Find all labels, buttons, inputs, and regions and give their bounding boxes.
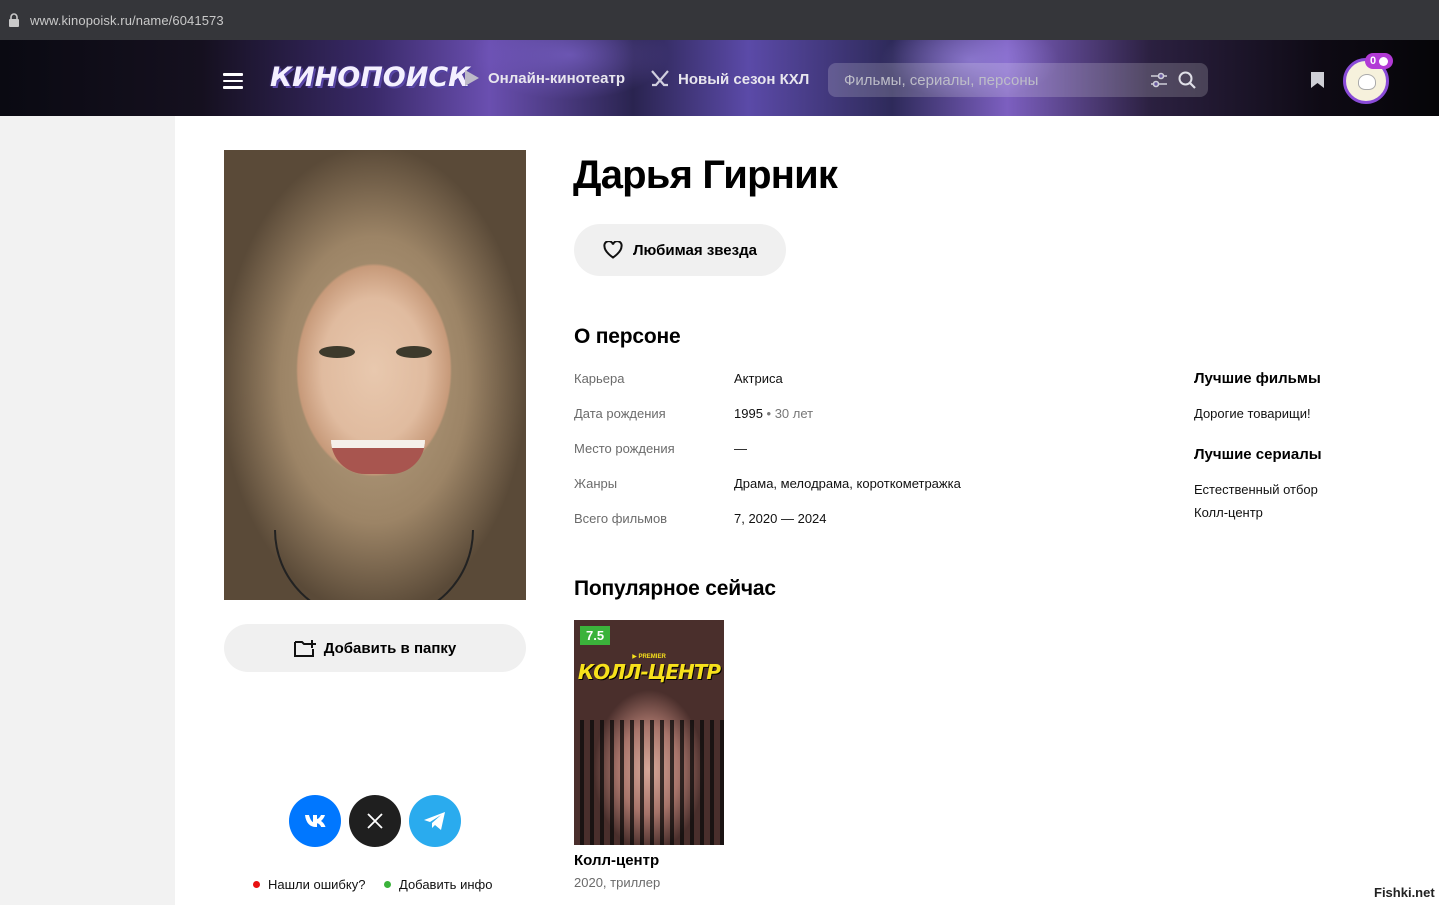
- genres-label: Жанры: [574, 476, 618, 491]
- best-film-link[interactable]: Дорогие товарищи!: [1194, 406, 1311, 421]
- telegram-icon: [424, 812, 445, 830]
- birthdate-label: Дата рождения: [574, 406, 666, 421]
- search-input[interactable]: [828, 71, 1128, 89]
- best-series-link[interactable]: Естественный отбор: [1194, 482, 1318, 497]
- total-films-label: Всего фильмов: [574, 511, 668, 526]
- birthplace-label: Место рождения: [574, 441, 675, 456]
- popular-heading: Популярное сейчас: [574, 577, 776, 600]
- favorite-star-button[interactable]: Любимая звезда: [574, 224, 786, 276]
- share-vk-button[interactable]: [289, 795, 341, 847]
- report-error-link[interactable]: Нашли ошибку?: [253, 877, 365, 892]
- folder-add-icon: [293, 640, 316, 657]
- red-dot-icon: [253, 881, 260, 888]
- hockey-sticks-icon: [651, 70, 669, 87]
- add-info-link[interactable]: Добавить инфо: [384, 877, 492, 892]
- add-to-folder-button[interactable]: Добавить в папку: [224, 624, 526, 672]
- coin-icon: [1379, 56, 1389, 66]
- vk-icon: [305, 815, 326, 827]
- person-photo: [224, 150, 526, 600]
- search-icon[interactable]: [1178, 71, 1196, 89]
- nav-online-cinema[interactable]: Онлайн-кинотеатр: [464, 69, 625, 87]
- favorite-label: Любимая звезда: [633, 241, 757, 259]
- career-label: Карьера: [574, 371, 625, 386]
- search-box[interactable]: [828, 63, 1208, 97]
- play-icon: [465, 70, 479, 86]
- share-x-button[interactable]: [349, 795, 401, 847]
- add-to-folder-label: Добавить в папку: [323, 639, 457, 657]
- movie-meta: 2020, триллер: [574, 875, 661, 890]
- best-films-heading: Лучшие фильмы: [1194, 370, 1321, 387]
- total-films-value[interactable]: 7, 2020 — 2024: [734, 511, 827, 526]
- birthdate-value[interactable]: 1995 • 30 лет: [734, 406, 813, 421]
- poster-title-text: КОЛЛ-ЦЕНТР: [577, 660, 721, 684]
- share-telegram-button[interactable]: [409, 795, 461, 847]
- person-name: Дарья Гирник: [573, 153, 838, 197]
- career-value[interactable]: Актриса: [734, 371, 783, 386]
- x-icon: [367, 813, 383, 829]
- url-text[interactable]: www.kinopoisk.ru/name/6041573: [30, 13, 224, 28]
- movie-title-link[interactable]: Колл-центр: [574, 852, 659, 869]
- browser-address-bar[interactable]: www.kinopoisk.ru/name/6041573: [0, 0, 1439, 40]
- birthplace-value: —: [734, 441, 747, 456]
- best-series-link[interactable]: Колл-центр: [1194, 505, 1263, 520]
- filter-icon[interactable]: [1150, 72, 1168, 88]
- green-dot-icon: [384, 881, 391, 888]
- about-heading: О персоне: [574, 325, 681, 348]
- lock-icon: [9, 13, 19, 27]
- heart-icon: [603, 241, 623, 259]
- notification-badge[interactable]: 0: [1365, 53, 1394, 69]
- rating-badge: 7.5: [580, 626, 611, 645]
- movie-poster[interactable]: ▶ PREMIER КОЛЛ-ЦЕНТР: [574, 620, 724, 845]
- kinopoisk-logo[interactable]: КИНОПОИСК: [270, 62, 470, 93]
- nav-khl-season[interactable]: Новый сезон КХЛ: [650, 69, 809, 89]
- poster-premier-text: ▶ PREMIER: [632, 654, 666, 660]
- site-header: КИНОПОИСК Онлайн-кинотеатр Новый сезон К…: [0, 40, 1439, 116]
- menu-button[interactable]: [223, 73, 243, 89]
- bookmark-icon[interactable]: [1310, 71, 1325, 89]
- best-series-heading: Лучшие сериалы: [1194, 446, 1322, 463]
- watermark: Fishki.net: [1374, 885, 1435, 900]
- genres-value[interactable]: Драма, мелодрама, короткометражка: [734, 476, 961, 491]
